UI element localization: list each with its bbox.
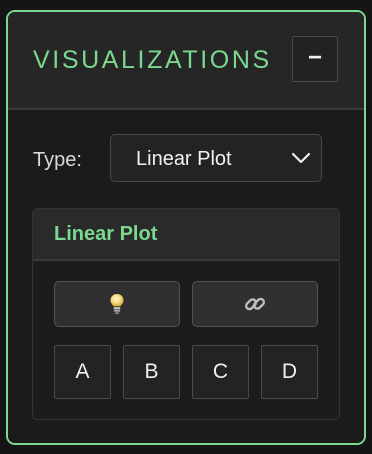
panel-header: VISUALIZATIONS − — [8, 12, 364, 110]
panel-title: VISUALIZATIONS — [33, 46, 272, 74]
option-c-button[interactable]: C — [192, 345, 249, 399]
chevron-down-icon — [291, 152, 311, 164]
link-button[interactable] — [192, 281, 318, 327]
type-label: Type: — [33, 149, 82, 171]
link-icon — [244, 297, 266, 311]
option-d-button[interactable]: D — [261, 345, 318, 399]
card-header: Linear Plot — [33, 209, 339, 261]
lightbulb-button[interactable] — [54, 281, 180, 327]
card-title: Linear Plot — [54, 223, 158, 245]
panel-body: Type: Linear Plot Linear Plot A B C D — [8, 110, 364, 443]
type-select[interactable]: Linear Plot — [110, 134, 322, 182]
lightbulb-icon — [110, 294, 124, 314]
collapse-button[interactable]: − — [292, 36, 338, 82]
linear-plot-card: Linear Plot A B C D — [32, 208, 340, 420]
option-a-button[interactable]: A — [54, 345, 111, 399]
option-b-button[interactable]: B — [123, 345, 180, 399]
type-select-value: Linear Plot — [136, 148, 232, 170]
visualizations-panel: VISUALIZATIONS − Type: Linear Plot Linea… — [6, 10, 366, 445]
